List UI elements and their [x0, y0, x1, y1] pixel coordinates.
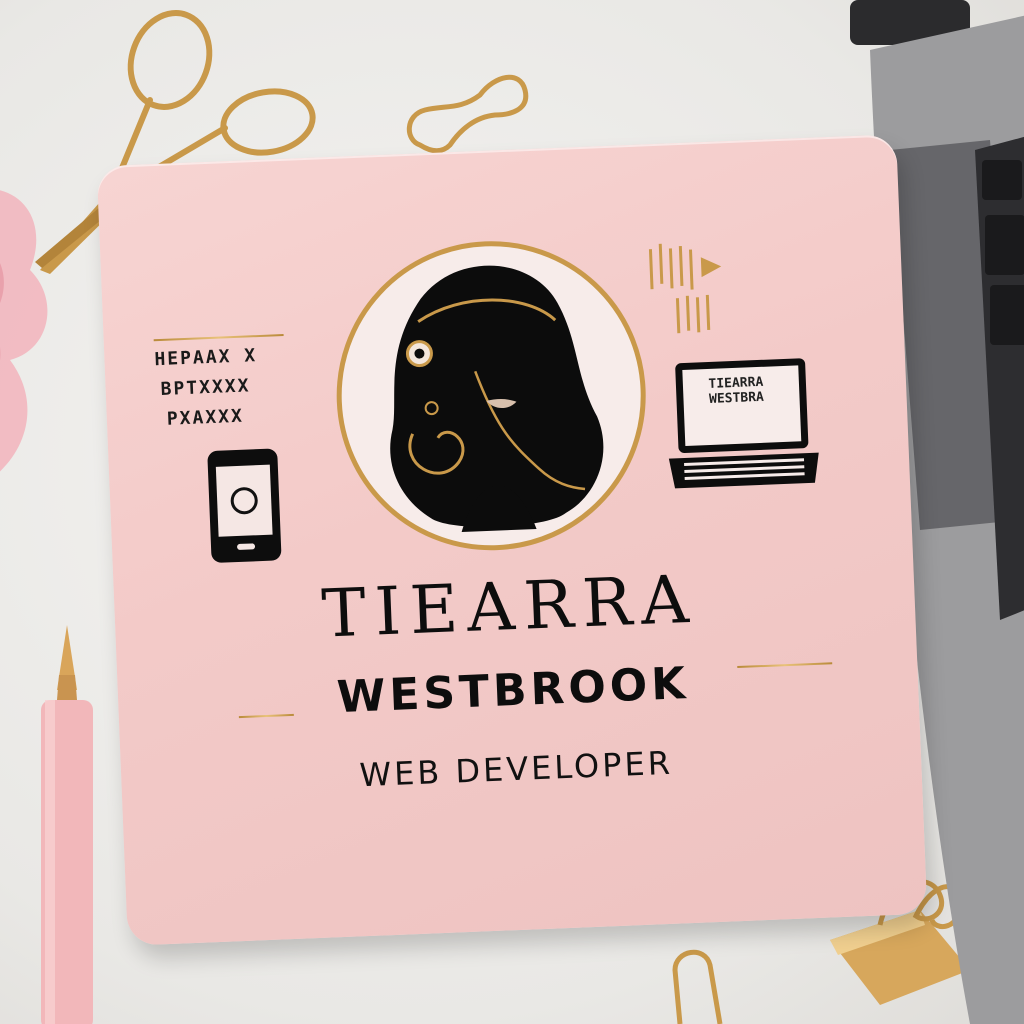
side-text-line: HEPAAX X — [154, 345, 258, 371]
photo-scene: HEPAAX X BPTXXXX PXAXXX TIEARRA WESTBRA … — [0, 0, 1024, 1024]
portrait-emblem — [336, 241, 646, 551]
gold-divider — [737, 662, 833, 669]
paperclip-icon — [672, 949, 723, 1024]
side-text-line: PXAXXX — [166, 405, 245, 430]
name-first: TIEARRA — [320, 560, 700, 653]
name-last: WESTBROOK — [335, 658, 691, 724]
business-card: HEPAAX X BPTXXXX PXAXXX TIEARRA WESTBRA … — [96, 134, 928, 946]
laptop-caption: TIEARRA WESTBRA — [708, 374, 765, 407]
role-title: WEB DEVELOPER — [358, 743, 674, 795]
gold-divider — [238, 713, 294, 719]
decorative-marks — [648, 243, 722, 334]
pen-icon — [41, 625, 93, 1024]
gold-divider — [153, 334, 284, 342]
side-text-line: BPTXXXX — [160, 375, 251, 400]
smartphone-icon — [207, 448, 282, 563]
